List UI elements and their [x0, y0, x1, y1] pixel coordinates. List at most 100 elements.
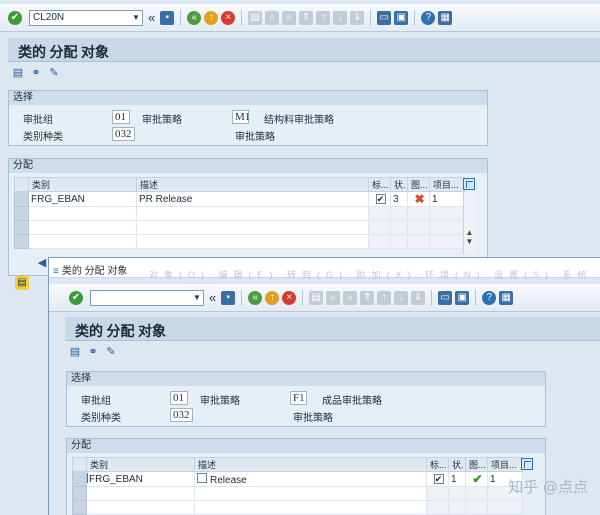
class-type-field[interactable]: 032	[170, 408, 193, 422]
collapse-icon[interactable]: «	[207, 290, 218, 305]
strategy-description: 成品审批策略	[322, 396, 382, 407]
first-page-icon[interactable]: ⇑	[299, 10, 314, 25]
find-next-icon[interactable]: ⌕	[343, 290, 358, 305]
approval-strategy-label-2: 审批策略	[235, 132, 275, 143]
row-selector[interactable]	[14, 191, 29, 207]
new-assignment-icon[interactable]: ▤	[69, 346, 81, 358]
chevron-down-icon[interactable]: ▼	[130, 13, 142, 22]
details-icon[interactable]: ▤	[15, 276, 29, 290]
grid-settings-icon[interactable]	[521, 458, 533, 470]
prev-page-icon[interactable]: ↑	[316, 10, 331, 25]
back-icon[interactable]: «	[248, 290, 263, 305]
grid-settings-icon[interactable]	[463, 178, 475, 190]
back-icon[interactable]: «	[187, 10, 202, 25]
edit-pencil-icon[interactable]: ✎	[48, 67, 60, 79]
layout-icon[interactable]: ▦	[499, 290, 514, 305]
col-status-header[interactable]: 状.	[390, 177, 408, 192]
last-page-icon[interactable]: ⇓	[350, 10, 365, 25]
new-session-icon[interactable]: ▭	[377, 10, 392, 25]
new-session-icon[interactable]: ▭	[438, 290, 453, 305]
table-row[interactable]: FRG_EBAN PR Release ✔ 3 ✖ 1	[14, 191, 465, 207]
layout-icon[interactable]: ▦	[438, 10, 453, 25]
first-page-icon[interactable]: ⇑	[360, 290, 375, 305]
col-desc-header[interactable]: 描述	[194, 457, 427, 472]
collapse-icon[interactable]: «	[146, 10, 157, 25]
table-row[interactable]	[72, 486, 523, 501]
class-cell[interactable]: FRG_EBAN	[28, 191, 137, 207]
scroll-up-icon[interactable]: ▲	[464, 228, 475, 237]
class-type-field[interactable]: 032	[112, 127, 135, 141]
table-row[interactable]	[14, 206, 465, 221]
next-page-icon[interactable]: ↓	[333, 10, 348, 25]
std-checkbox[interactable]: ✔	[433, 473, 444, 484]
sap-window-icon: ≡	[53, 266, 59, 277]
scroll-left-icon[interactable]: ◀	[36, 257, 48, 269]
print-icon[interactable]: ▤	[248, 10, 263, 25]
standard-toolbar: ✔ CL20N ▼ « ▪ « ↑ × ▤ ⌕ ⌕ ⇑ ↑ ↓ ⇓ ▭ ▣ ? …	[0, 4, 600, 32]
next-page-icon[interactable]: ↓	[394, 290, 409, 305]
find-icon[interactable]: ⌕	[265, 10, 280, 25]
col-icon-header[interactable]: 图...	[407, 177, 430, 192]
approval-group-field[interactable]: 01	[170, 391, 188, 405]
item-cell[interactable]: 1	[429, 191, 465, 207]
assignment-table: 类别 描述 标... 状. 图... 项目... FRG_EBAN Releas…	[72, 457, 523, 515]
help-icon[interactable]: ?	[421, 10, 436, 25]
exit-icon[interactable]: ↑	[265, 290, 280, 305]
chevron-down-icon[interactable]: ▼	[191, 293, 203, 302]
col-desc-header[interactable]: 描述	[136, 177, 369, 192]
col-std-header[interactable]: 标...	[426, 457, 449, 472]
application-toolbar: ▤ ⚭ ✎	[69, 346, 117, 358]
save-icon[interactable]: ▪	[160, 10, 175, 25]
save-icon[interactable]: ▪	[221, 290, 236, 305]
col-item-header[interactable]: 项目...	[429, 177, 465, 192]
standard-toolbar: ✔ ▼ « ▪ « ↑ × ▤ ⌕ ⌕ ⇑ ↑ ↓ ⇓ ▭ ▣ ? ▦	[49, 284, 600, 312]
last-page-icon[interactable]: ⇓	[411, 290, 426, 305]
assignment-table: 类别 描述 标... 状. 图... 项目... FRG_EBAN PR Rel…	[14, 177, 465, 249]
find-next-icon[interactable]: ⌕	[282, 10, 297, 25]
desc-cell[interactable]: Release	[210, 475, 247, 486]
table-row[interactable]	[72, 500, 523, 515]
print-icon[interactable]: ▤	[309, 290, 324, 305]
approval-group-field[interactable]: 01	[112, 110, 130, 124]
col-icon-header[interactable]: 图...	[465, 457, 488, 472]
prev-page-icon[interactable]: ↑	[377, 290, 392, 305]
col-std-header[interactable]: 标...	[368, 177, 391, 192]
desc-cell[interactable]: PR Release	[136, 191, 369, 207]
command-field-value[interactable]: CL20N	[30, 12, 130, 23]
command-field[interactable]: CL20N ▼	[29, 9, 143, 26]
cancel-icon[interactable]: ×	[282, 290, 297, 305]
new-assignment-icon[interactable]: ▤	[12, 67, 24, 79]
approval-strategy-field[interactable]: F1	[290, 391, 307, 405]
command-field[interactable]: ▼	[90, 289, 204, 306]
approval-strategy-label: 审批策略	[200, 396, 240, 407]
col-status-header[interactable]: 状.	[448, 457, 466, 472]
selection-group: 选择 审批组 01 审批策略 F1 成品审批策略 类别种类 032 审批策略	[66, 371, 546, 427]
std-checkbox[interactable]: ✔	[375, 193, 386, 204]
table-scrollbar[interactable]: ▲ ▼	[463, 192, 475, 254]
find-icon[interactable]: ⌕	[326, 290, 341, 305]
shortcut-icon[interactable]: ▣	[394, 10, 409, 25]
col-item-header[interactable]: 项目...	[487, 457, 523, 472]
display-change-icon[interactable]: ⚭	[30, 67, 42, 79]
exit-icon[interactable]: ↑	[204, 10, 219, 25]
row-selector[interactable]	[72, 471, 87, 487]
status-error-icon: ✖	[414, 192, 425, 206]
help-icon[interactable]: ?	[482, 290, 497, 305]
approval-strategy-field[interactable]: M1	[232, 110, 250, 124]
class-cell[interactable]: FRG_EBAN	[89, 474, 143, 485]
edit-pencil-icon[interactable]: ✎	[105, 346, 117, 358]
enter-icon[interactable]: ✔	[8, 10, 22, 25]
value-help-icon[interactable]	[197, 472, 207, 483]
table-row[interactable]	[14, 220, 465, 235]
approval-strategy-label: 审批策略	[142, 115, 182, 126]
shortcut-icon[interactable]: ▣	[455, 290, 470, 305]
col-class-header[interactable]: 类别	[28, 177, 137, 192]
scroll-down-icon[interactable]: ▼	[464, 237, 475, 246]
table-row[interactable]: FRG_EBAN Release ✔ 1 ✔ 1	[72, 471, 523, 487]
col-class-header[interactable]: 类别	[86, 457, 195, 472]
display-change-icon[interactable]: ⚭	[87, 346, 99, 358]
status-ok-icon: ✔	[472, 472, 483, 486]
enter-icon[interactable]: ✔	[69, 290, 83, 305]
cancel-icon[interactable]: ×	[221, 10, 236, 25]
table-row[interactable]	[14, 234, 465, 249]
